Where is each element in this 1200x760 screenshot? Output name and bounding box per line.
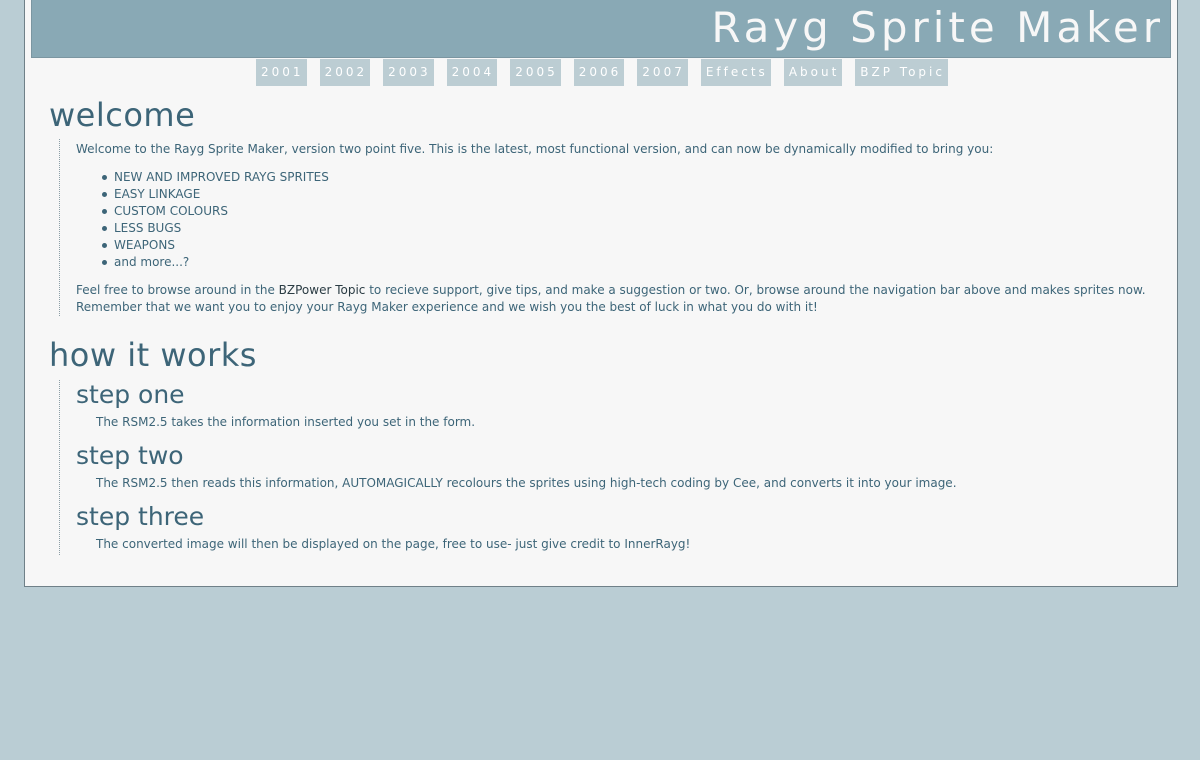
- step-one-title: step one: [76, 380, 185, 409]
- nav-link-2002[interactable]: 2002: [319, 59, 371, 86]
- welcome-heading: welcome: [49, 96, 196, 134]
- how-it-works-section: step one The RSM2.5 takes the informatio…: [59, 380, 1169, 555]
- welcome-outro: Feel free to browse around in the BZPowe…: [76, 282, 1169, 316]
- nav-link-bzp-topic[interactable]: BZP Topic: [855, 59, 948, 86]
- list-item: CUSTOM COLOURS: [102, 203, 1169, 220]
- welcome-intro: Welcome to the Rayg Sprite Maker, versio…: [76, 142, 994, 156]
- navigation-bar: 2001 2002 2003 2004 2005 2006 2007 Effec…: [25, 59, 1177, 86]
- list-item: LESS BUGS: [102, 220, 1169, 237]
- list-item: and more...?: [102, 254, 1169, 271]
- nav-link-about[interactable]: About: [783, 59, 843, 86]
- step-one-text: The RSM2.5 takes the information inserte…: [96, 415, 476, 429]
- nav-link-2006[interactable]: 2006: [573, 59, 625, 86]
- bzpower-topic-link[interactable]: BZPower Topic: [279, 283, 366, 297]
- site-header: Rayg Sprite Maker: [31, 0, 1171, 58]
- nav-link-2005[interactable]: 2005: [510, 59, 561, 86]
- list-item: WEAPONS: [102, 237, 1169, 254]
- step-two-title: step two: [76, 441, 184, 470]
- list-item: EASY LINKAGE: [102, 186, 1169, 203]
- page-container: Rayg Sprite Maker 2001 2002 2003 2004 20…: [24, 0, 1178, 587]
- site-title: Rayg Sprite Maker: [711, 3, 1164, 52]
- outro-text-before: Feel free to browse around in the: [76, 283, 279, 297]
- nav-link-2007[interactable]: 2007: [637, 59, 688, 86]
- how-it-works-heading: how it works: [49, 336, 257, 374]
- step-three-text: The converted image will then be display…: [96, 537, 691, 551]
- step-three-title: step three: [76, 502, 205, 531]
- nav-link-effects[interactable]: Effects: [700, 59, 771, 86]
- list-item: NEW AND IMPROVED RAYG SPRITES: [102, 169, 1169, 186]
- step-two-text: The RSM2.5 then reads this information, …: [96, 476, 957, 490]
- nav-link-2001[interactable]: 2001: [256, 59, 307, 86]
- nav-link-2004[interactable]: 2004: [446, 59, 498, 86]
- nav-link-2003[interactable]: 2003: [383, 59, 434, 86]
- feature-list: NEW AND IMPROVED RAYG SPRITES EASY LINKA…: [76, 169, 1169, 271]
- welcome-section: Welcome to the Rayg Sprite Maker, versio…: [59, 139, 1169, 316]
